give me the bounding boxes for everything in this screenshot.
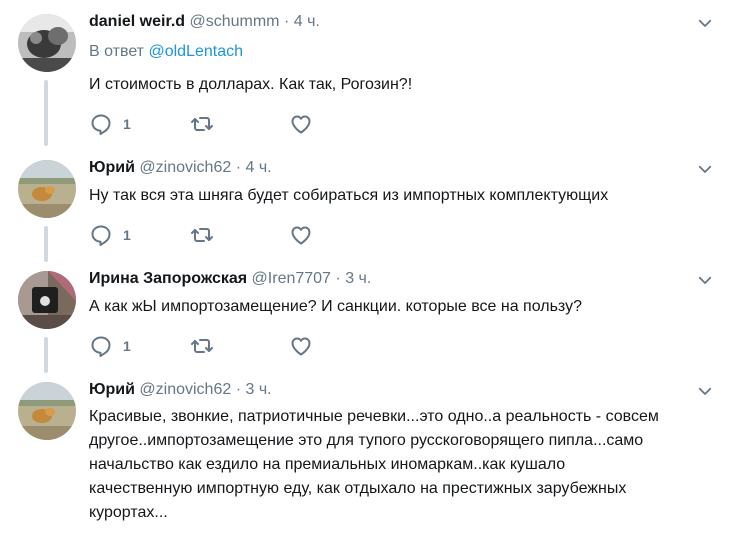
like-icon	[289, 223, 313, 247]
timestamp[interactable]: 3 ч.	[245, 381, 271, 398]
reply-icon	[89, 223, 113, 247]
like-button[interactable]	[289, 112, 313, 136]
tweet-text: А как жЫ импортозамещение? И санкции. ко…	[89, 298, 582, 315]
reply-count: 1	[123, 338, 131, 354]
separator: ·	[235, 159, 242, 176]
separator: ·	[335, 270, 341, 287]
avatar[interactable]	[18, 271, 76, 329]
avatar[interactable]	[18, 382, 76, 440]
timestamp[interactable]: 4 ч.	[245, 159, 271, 176]
reply-button[interactable]: 1	[89, 112, 131, 136]
tweet-text-line: другое..импортозамещение это для тупого …	[89, 432, 644, 449]
reply-icon	[89, 112, 113, 136]
tweet-text-line: начальство как ездило на премиальных ино…	[89, 456, 566, 473]
reply-icon	[89, 334, 113, 358]
tweet-text-line: качественную импортную еду, как отдыхало…	[89, 480, 627, 497]
reply-context: В ответ @oldLentach	[89, 42, 243, 62]
avatar[interactable]	[18, 14, 76, 72]
tweet-header: daniel weir.d @schummm · 4 ч.	[89, 12, 320, 32]
user-name[interactable]: Ирина Запорожская	[89, 270, 247, 287]
chevron-down-icon[interactable]	[696, 271, 714, 289]
thread-line	[44, 80, 48, 146]
chevron-down-icon[interactable]	[696, 382, 714, 400]
reply-prefix: В ответ	[89, 43, 149, 60]
tweet-text-line: курортах...	[89, 504, 168, 521]
chevron-down-icon[interactable]	[696, 160, 714, 178]
retweet-icon	[190, 112, 214, 136]
tweet[interactable]: Юрий @zinovich62 · 4 ч. Ну так вся эта ш…	[0, 150, 736, 262]
user-handle[interactable]: @zinovich62	[139, 159, 231, 176]
like-icon	[289, 112, 313, 136]
reply-button[interactable]: 1	[89, 223, 131, 247]
like-icon	[289, 334, 313, 358]
tweet-header: Ирина Запорожская @Iren7707 · 3 ч.	[89, 269, 371, 289]
reply-count: 1	[123, 116, 131, 132]
user-name[interactable]: Юрий	[89, 381, 135, 398]
tweet[interactable]: Ирина Запорожская @Iren7707 · 3 ч. А как…	[0, 261, 736, 373]
tweet-header: Юрий @zinovich62 · 3 ч.	[89, 380, 272, 400]
timestamp[interactable]: 3 ч.	[345, 270, 371, 287]
like-button[interactable]	[289, 223, 313, 247]
separator: ·	[283, 13, 290, 30]
tweet-text-line: Красивые, звонкие, патриотичные речевки.…	[89, 408, 659, 425]
user-handle[interactable]: @schummm	[189, 13, 279, 30]
user-name[interactable]: Юрий	[89, 159, 135, 176]
retweet-button[interactable]	[190, 223, 214, 247]
tweet-header: Юрий @zinovich62 · 4 ч.	[89, 158, 272, 178]
chevron-down-icon[interactable]	[696, 14, 714, 32]
tweet[interactable]: Юрий @zinovich62 · 3 ч. Красивые, звонки…	[0, 372, 736, 538]
reply-mention-link[interactable]: @oldLentach	[148, 43, 243, 60]
reply-count: 1	[123, 227, 131, 243]
tweet[interactable]: daniel weir.d @schummm · 4 ч. В ответ @o…	[0, 0, 736, 160]
tweet-text: Красивые, звонкие, патриотичные речевки.…	[89, 405, 719, 525]
retweet-icon	[190, 223, 214, 247]
retweet-button[interactable]	[190, 112, 214, 136]
reply-button[interactable]: 1	[89, 334, 131, 358]
separator: ·	[235, 381, 242, 398]
timestamp[interactable]: 4 ч.	[294, 13, 320, 30]
tweet-text: Ну так вся эта шняга будет собираться из…	[89, 187, 609, 204]
retweet-button[interactable]	[190, 334, 214, 358]
like-button[interactable]	[289, 334, 313, 358]
user-handle[interactable]: @Iren7707	[252, 270, 331, 287]
avatar[interactable]	[18, 160, 76, 218]
thread-line	[44, 337, 48, 373]
retweet-icon	[190, 334, 214, 358]
user-handle[interactable]: @zinovich62	[139, 381, 231, 398]
tweet-text: И стоимость в долларах. Как так, Рогозин…	[89, 76, 413, 93]
thread-line	[44, 226, 48, 262]
user-name[interactable]: daniel weir.d	[89, 13, 185, 30]
